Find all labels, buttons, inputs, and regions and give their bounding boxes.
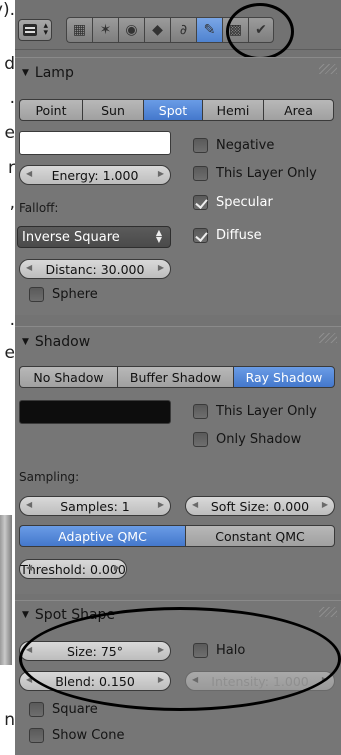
checkmark-icon <box>193 228 208 243</box>
energy-field[interactable]: ◀ Energy: 1.000 ▶ <box>19 165 171 185</box>
doc-fragment-9: n <box>4 710 15 730</box>
checkbox-box <box>193 166 208 181</box>
lamp-type-spot[interactable]: Spot <box>143 99 202 121</box>
doc-fragment-1: y). <box>0 0 15 20</box>
tab-lamp-data[interactable]: ✎ <box>196 17 222 43</box>
increment-arrow-icon[interactable]: ▶ <box>114 563 120 572</box>
checkbox-box <box>193 432 208 447</box>
collapse-triangle-icon: ▼ <box>22 337 29 347</box>
doc-fragment-5: r <box>8 158 15 178</box>
increment-arrow-icon[interactable]: ▶ <box>322 500 328 509</box>
shadow-type-no-shadow[interactable]: No Shadow <box>19 366 117 388</box>
increment-arrow-icon[interactable]: ▶ <box>158 169 164 178</box>
lamp-type-area[interactable]: Area <box>263 99 334 121</box>
soft-size-field[interactable]: ◀ Soft Size: 0.000 ▶ <box>185 496 335 516</box>
lamp-type-point[interactable]: Point <box>19 99 82 121</box>
distance-field[interactable]: ◀ Distanc: 30.000 ▶ <box>19 259 171 279</box>
constraints-icon: ∂ <box>179 22 188 38</box>
lamp-title: Lamp <box>34 65 74 81</box>
negative-checkbox[interactable]: Negative <box>193 138 274 153</box>
show-cone-checkbox[interactable]: Show Cone <box>29 728 124 743</box>
tab-constraints[interactable]: ∂ <box>170 17 196 43</box>
checkbox-box <box>193 138 208 153</box>
specular-checkbox[interactable]: Specular <box>193 195 273 210</box>
render-layers-icon: ▦ <box>72 22 87 38</box>
annotation-circle <box>226 3 294 60</box>
annotation-ellipse <box>19 607 341 711</box>
collapse-triangle-icon: ▼ <box>22 68 29 78</box>
tab-object[interactable]: ◆ <box>144 17 170 43</box>
samples-field[interactable]: ◀ Samples: 1 ▶ <box>19 496 171 516</box>
checkmark-icon <box>193 195 208 210</box>
properties-panel: ▴ ▾ ▦ ✶ ◉ ◆ ∂ ✎ ▩ ✔ ▼ Lamp Point Sun Spot Hemi Area … <box>15 0 341 755</box>
checkbox-box <box>29 728 44 743</box>
object-icon: ◆ <box>152 22 163 38</box>
lamp-type-hemi[interactable]: Hemi <box>202 99 263 121</box>
shadow-type-selector: No Shadow Buffer Shadow Ray Shadow <box>19 366 335 388</box>
sphere-checkbox[interactable]: Sphere <box>29 287 98 302</box>
checkbox-box <box>193 404 208 419</box>
updown-arrow-icon: ▴ ▾ <box>43 21 48 38</box>
only-shadow-checkbox[interactable]: Only Shadow <box>193 432 301 447</box>
shadow-title: Shadow <box>34 334 91 350</box>
checkbox-box <box>29 702 44 717</box>
editor-type-button[interactable]: ▴ ▾ <box>18 19 52 41</box>
this-layer-only-checkbox[interactable]: This Layer Only <box>193 166 317 181</box>
decrement-arrow-icon[interactable]: ◀ <box>26 563 32 572</box>
sampling-label: Sampling: <box>19 470 80 484</box>
tab-world[interactable]: ◉ <box>118 17 144 43</box>
lamp-type-sun[interactable]: Sun <box>82 99 143 121</box>
falloff-dropdown[interactable]: Inverse Square ▲ ▼ <box>17 226 171 248</box>
square-checkbox[interactable]: Square <box>29 702 98 717</box>
collapse-triangle-icon: ▼ <box>22 610 29 620</box>
decrement-arrow-icon[interactable]: ◀ <box>26 169 32 178</box>
tab-render-layers[interactable]: ▦ <box>66 17 92 43</box>
photo-strip <box>0 515 12 665</box>
decrement-arrow-icon[interactable]: ◀ <box>26 263 32 272</box>
updown-arrow-icon: ▲ ▼ <box>155 228 162 244</box>
shadow-type-buffer-shadow[interactable]: Buffer Shadow <box>117 366 233 388</box>
increment-arrow-icon[interactable]: ▶ <box>158 500 164 509</box>
falloff-label: Falloff: <box>19 201 59 215</box>
qmc-constant-qmc[interactable]: Constant QMC <box>185 525 335 547</box>
lamp-section-header[interactable]: ▼ Lamp <box>15 59 341 87</box>
tab-scene[interactable]: ✶ <box>92 17 118 43</box>
shadow-section-header[interactable]: ▼ Shadow <box>15 328 341 356</box>
qmc-adaptive-qmc[interactable]: Adaptive QMC <box>19 525 185 547</box>
shadow-color-swatch[interactable] <box>19 400 171 424</box>
panel-header: ▴ ▾ ▦ ✶ ◉ ◆ ∂ ✎ ▩ ✔ <box>15 0 341 60</box>
threshold-field[interactable]: ◀ Threshold: 0.000 ▶ <box>19 559 127 579</box>
shadow-this-layer-only-checkbox[interactable]: This Layer Only <box>193 404 317 419</box>
lamp-type-selector: Point Sun Spot Hemi Area <box>19 99 334 121</box>
checkbox-box <box>29 287 44 302</box>
decrement-arrow-icon[interactable]: ◀ <box>26 500 32 509</box>
doc-fragment-8: e <box>4 343 15 363</box>
doc-fragment-2: d <box>4 54 15 74</box>
decrement-arrow-icon[interactable]: ◀ <box>192 500 198 509</box>
doc-fragment-4: e <box>4 123 15 143</box>
shadow-type-ray-shadow[interactable]: Ray Shadow <box>233 366 335 388</box>
lamp-data-icon: ✎ <box>203 22 216 38</box>
editor-type-icon <box>23 24 37 36</box>
qmc-selector: Adaptive QMC Constant QMC <box>19 525 335 547</box>
diffuse-checkbox[interactable]: Diffuse <box>193 228 262 243</box>
lamp-color-swatch[interactable] <box>19 131 171 155</box>
scene-icon: ✶ <box>99 22 112 38</box>
increment-arrow-icon[interactable]: ▶ <box>158 263 164 272</box>
world-icon: ◉ <box>125 22 138 38</box>
